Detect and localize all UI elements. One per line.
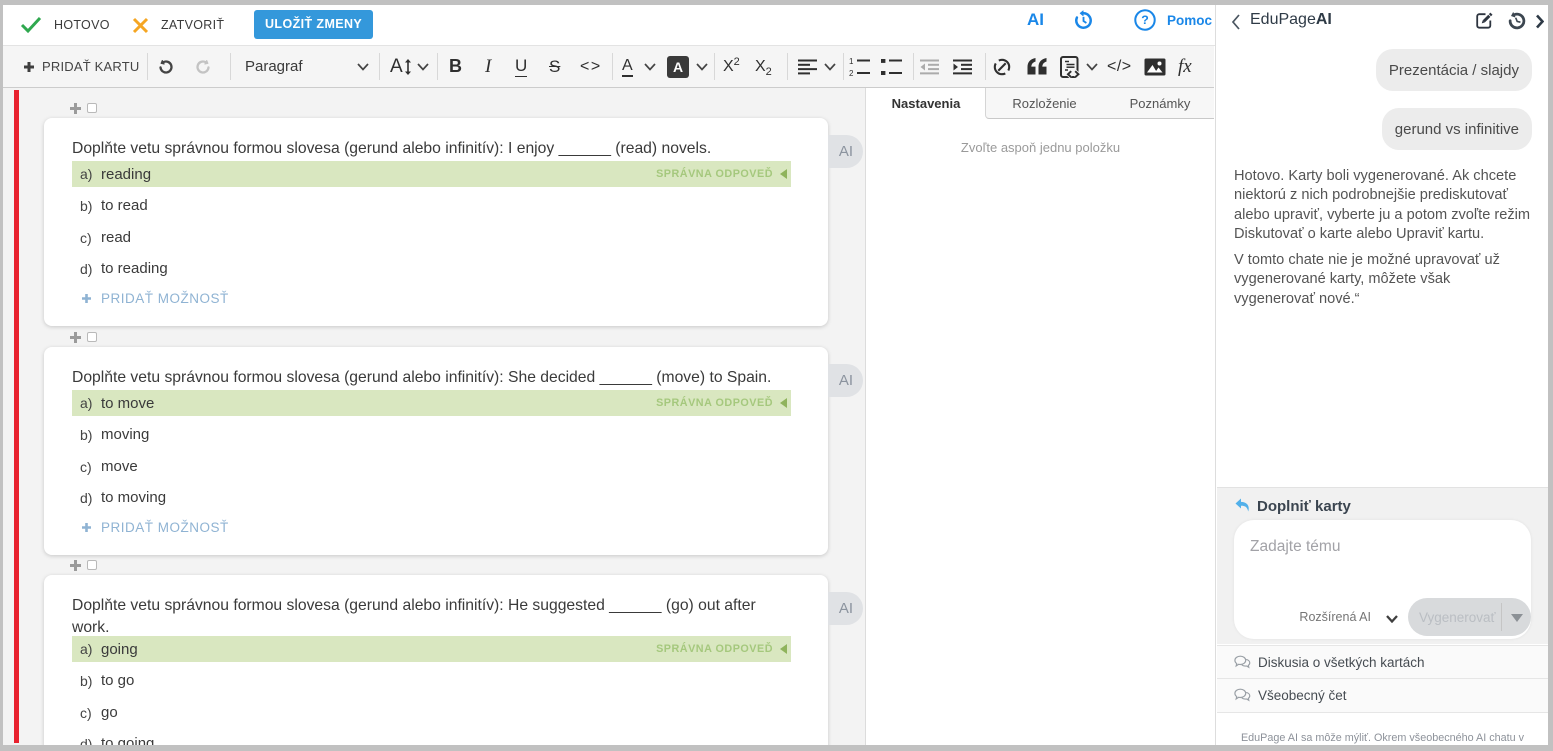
- svg-text:2: 2: [849, 69, 854, 76]
- svg-text:?: ?: [1141, 13, 1149, 27]
- svg-text:1: 1: [849, 58, 854, 66]
